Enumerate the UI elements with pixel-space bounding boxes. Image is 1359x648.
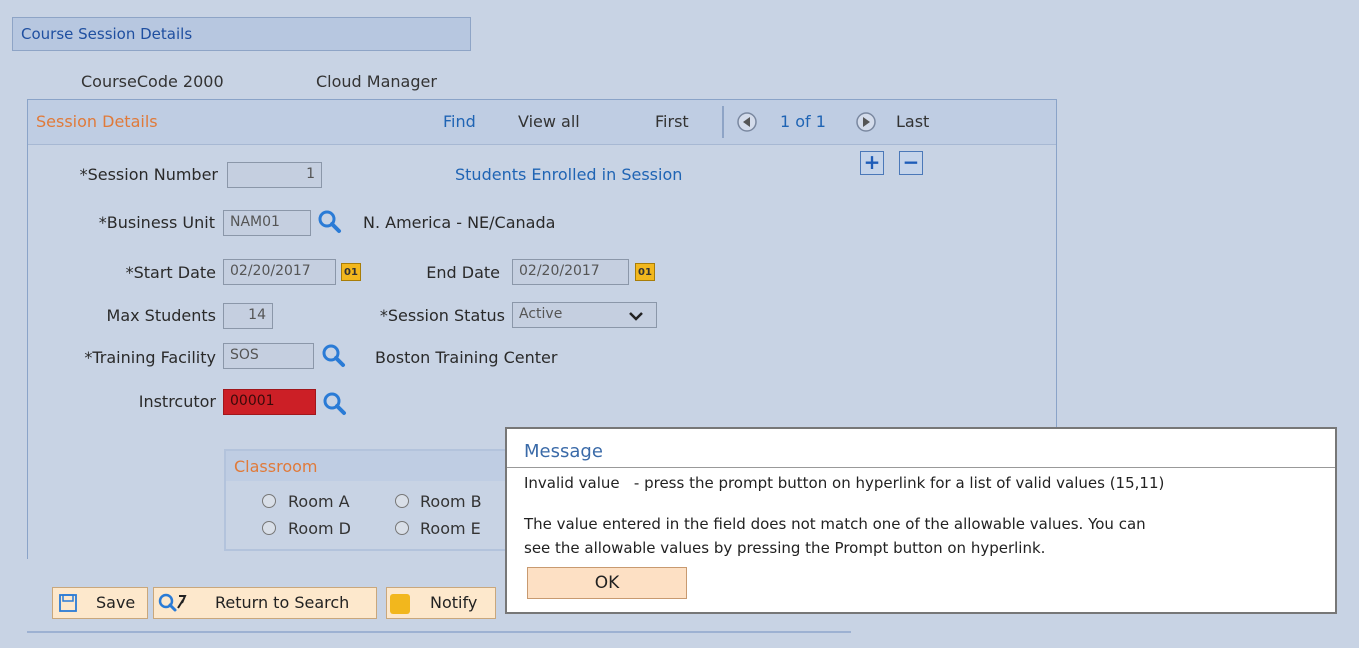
room-d-radio[interactable]	[262, 521, 276, 535]
course-code: CourseCode 2000	[81, 72, 224, 91]
return-search-icon	[158, 593, 187, 612]
session-status-label: *Session Status	[379, 306, 505, 325]
end-date-field[interactable]: 02/20/2017	[512, 259, 629, 285]
room-a-label: Room A	[288, 492, 350, 511]
save-label: Save	[96, 593, 136, 612]
ok-button[interactable]: OK	[527, 567, 687, 599]
course-name: Cloud Manager	[316, 72, 437, 91]
panel-header: Session Details Find View all First 1 of…	[28, 100, 1056, 145]
start-date-field[interactable]: 02/20/2017	[223, 259, 336, 285]
instructor-label: Instrcutor	[138, 392, 216, 411]
training-facility-label: *Training Facility	[84, 348, 216, 367]
session-number-field[interactable]: 1	[227, 162, 322, 188]
nav-divider	[722, 106, 724, 138]
message-divider	[507, 467, 1335, 468]
message-title: Message	[524, 441, 603, 462]
notify-icon	[390, 594, 410, 614]
end-date-label: End Date	[426, 263, 500, 282]
students-enrolled-link[interactable]: Students Enrolled in Session	[455, 165, 682, 184]
training-facility-description: Boston Training Center	[375, 348, 558, 367]
save-button[interactable]: Save	[52, 587, 148, 619]
message-error-text: Invalid value - press the prompt button …	[524, 474, 1165, 492]
classroom-title: Classroom	[234, 457, 318, 476]
instructor-field-error[interactable]: 00001	[223, 389, 316, 415]
message-dialog: Message Invalid value - press the prompt…	[505, 427, 1337, 614]
message-detail-line-2: see the allowable values by pressing the…	[524, 539, 1046, 557]
add-row-button[interactable]: +	[860, 151, 884, 175]
previous-arrow-icon[interactable]	[736, 111, 758, 133]
instructor-search-icon[interactable]	[321, 390, 347, 416]
next-arrow-icon[interactable]	[855, 111, 877, 133]
session-number-label: *Session Number	[79, 165, 218, 184]
room-b-label: Room B	[420, 492, 482, 511]
room-e-label: Room E	[420, 519, 481, 538]
view-all-link[interactable]: View all	[518, 112, 580, 131]
training-facility-field[interactable]: SOS	[223, 343, 314, 369]
room-a-radio[interactable]	[262, 494, 276, 508]
business-unit-field[interactable]: NAM01	[223, 210, 311, 236]
business-unit-description: N. America - NE/Canada	[363, 213, 556, 232]
row-count: 1 of 1	[780, 112, 826, 131]
return-to-search-label: Return to Search	[215, 593, 350, 612]
max-students-field[interactable]: 14	[223, 303, 273, 329]
page-title-bar: Course Session Details	[12, 17, 471, 51]
first-link[interactable]: First	[655, 112, 689, 131]
end-date-calendar-icon[interactable]: 01	[635, 263, 655, 281]
chevron-down-icon	[629, 312, 643, 321]
room-d-label: Room D	[288, 519, 351, 538]
room-e-radio[interactable]	[395, 521, 409, 535]
return-to-search-button[interactable]: Return to Search	[153, 587, 377, 619]
max-students-label: Max Students	[106, 306, 216, 325]
start-date-calendar-icon[interactable]: 01	[341, 263, 361, 281]
message-detail-line-1: The value entered in the field does not …	[524, 515, 1146, 533]
notify-button[interactable]: Notify	[386, 587, 496, 619]
business-unit-label: *Business Unit	[98, 213, 215, 232]
page-title: Course Session Details	[21, 25, 193, 43]
room-b-radio[interactable]	[395, 494, 409, 508]
start-date-label: *Start Date	[125, 263, 216, 282]
find-link[interactable]: Find	[443, 112, 476, 131]
panel-bottom-border	[27, 631, 851, 633]
delete-row-button[interactable]: −	[899, 151, 923, 175]
training-facility-search-icon[interactable]	[320, 342, 346, 368]
classroom-header: Classroom	[226, 451, 512, 481]
last-link[interactable]: Last	[896, 112, 929, 131]
session-status-value: Active	[519, 306, 563, 322]
business-unit-search-icon[interactable]	[316, 208, 342, 234]
panel-title: Session Details	[36, 112, 158, 131]
notify-label: Notify	[430, 593, 478, 612]
save-icon	[59, 594, 77, 612]
session-status-select[interactable]: Active	[512, 302, 657, 328]
